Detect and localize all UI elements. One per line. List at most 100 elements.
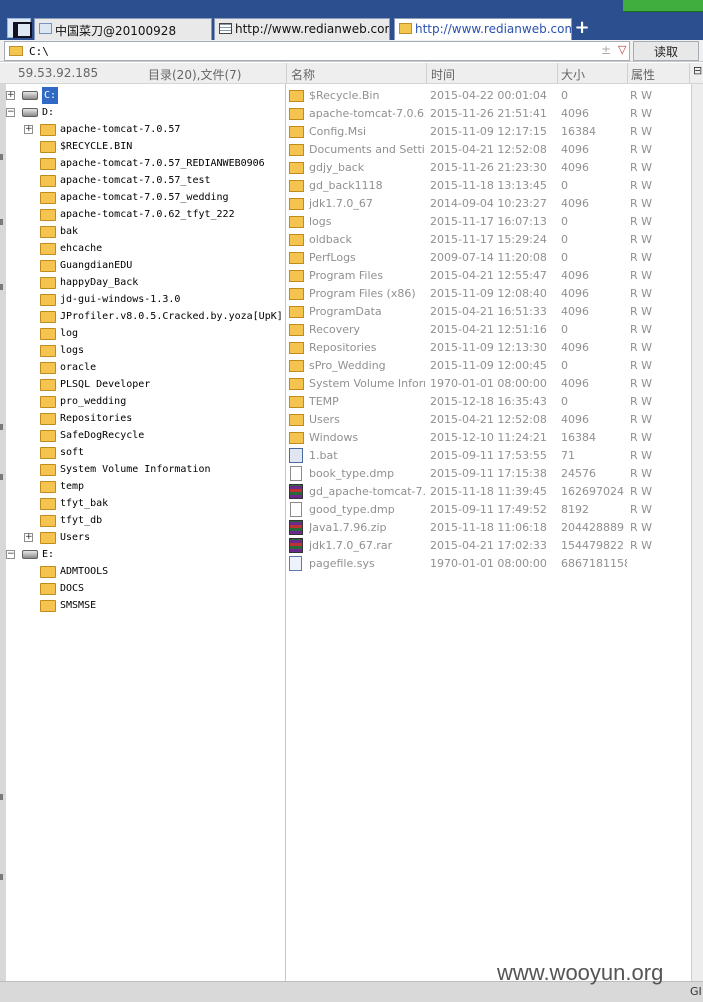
folder-icon	[289, 198, 304, 210]
tree-folder[interactable]: logs	[6, 342, 284, 359]
tab-file-manager[interactable]: http://www.redianweb.com/t...	[394, 18, 572, 41]
column-header-name[interactable]: 名称	[291, 66, 315, 83]
file-attr: R W	[630, 107, 653, 120]
column-header-attr[interactable]: 属性	[631, 66, 655, 83]
file-row[interactable]: apache-tomcat-7.0.62... 2015-11-26 21:51:…	[287, 105, 691, 123]
file-row[interactable]: jdk1.7.0_67.rar 2015-04-21 17:02:33 154479…	[287, 537, 691, 555]
tree-folder[interactable]: tfyt_db	[6, 512, 284, 529]
tree-folder[interactable]: ADMTOOLS	[6, 563, 284, 580]
folder-icon	[40, 498, 56, 510]
tree-folder[interactable]: happyDay_Back	[6, 274, 284, 291]
file-size: 0	[561, 215, 568, 228]
collapse-icon[interactable]: ⊟	[693, 64, 703, 82]
new-tab-button[interactable]: +	[574, 18, 590, 38]
tree-label: apache-tomcat-7.0.57_wedding	[60, 192, 229, 203]
tree-folder[interactable]: ehcache	[6, 240, 284, 257]
file-row[interactable]: TEMP 2015-12-18 16:35:43 0 R W	[287, 393, 691, 411]
tree-folder[interactable]: apache-tomcat-7.0.57_REDIANWEB0906	[6, 155, 284, 172]
file-time: 2015-12-18 16:35:43	[430, 395, 547, 408]
file-row[interactable]: book_type.dmp 2015-09-11 17:15:38 24576 R W	[287, 465, 691, 483]
file-row[interactable]: sPro_Wedding 2015-11-09 12:00:45 0 R W	[287, 357, 691, 375]
tree-folder[interactable]: + apache-tomcat-7.0.57	[6, 121, 284, 138]
vertical-scrollbar[interactable]	[691, 84, 703, 981]
file-row[interactable]: Repositories 2015-11-09 12:13:30 4096 R W	[287, 339, 691, 357]
file-row[interactable]: pagefile.sys 1970-01-01 08:00:00 686718115…	[287, 555, 691, 573]
tree-folder[interactable]: jd-gui-windows-1.3.0	[6, 291, 284, 308]
tree-folder[interactable]: oracle	[6, 359, 284, 376]
column-divider	[689, 63, 690, 84]
file-row[interactable]: Program Files (x86) 2015-11-09 12:08:40 40…	[287, 285, 691, 303]
tree-folder[interactable]: + Users	[6, 529, 284, 546]
tree-folder[interactable]: DOCS	[6, 580, 284, 597]
file-row[interactable]: good_type.dmp 2015-09-11 17:49:52 8192 R W	[287, 501, 691, 519]
tree-folder[interactable]: Repositories	[6, 410, 284, 427]
tree-folder[interactable]: System Volume Information	[6, 461, 284, 478]
window-menu-icon[interactable]	[7, 18, 32, 38]
collapse-icon[interactable]: −	[6, 108, 15, 117]
address-field[interactable]: ± ▽	[4, 41, 630, 61]
expand-icon[interactable]: +	[6, 91, 15, 100]
tree-folder[interactable]: apache-tomcat-7.0.57_wedding	[6, 189, 284, 206]
file-name: gd_apache-tomcat-7.0...	[309, 485, 425, 498]
tree-folder[interactable]: $RECYCLE.BIN	[6, 138, 284, 155]
tree-folder[interactable]: GuangdianEDU	[6, 257, 284, 274]
folder-icon	[40, 209, 56, 221]
collapse-icon[interactable]: −	[6, 550, 15, 559]
file-name: Program Files (x86)	[309, 287, 416, 300]
tab-chopper[interactable]: 中国菜刀@20100928	[34, 18, 212, 40]
folder-icon	[289, 162, 304, 174]
folder-icon	[40, 345, 56, 357]
file-row[interactable]: Java1.7.96.zip 2015-11-18 11:06:18 2044288…	[287, 519, 691, 537]
tree-folder[interactable]: PLSQL Developer	[6, 376, 284, 393]
folder-icon	[40, 311, 56, 323]
file-row[interactable]: oldback 2015-11-17 15:29:24 0 R W	[287, 231, 691, 249]
expand-icon[interactable]: +	[24, 533, 33, 542]
tree-folder[interactable]: temp	[6, 478, 284, 495]
tree-folder[interactable]: apache-tomcat-7.0.57_test	[6, 172, 284, 189]
file-row[interactable]: 1.bat 2015-09-11 17:53:55 71 R W	[287, 447, 691, 465]
file-row[interactable]: Recovery 2015-04-21 12:51:16 0 R W	[287, 321, 691, 339]
tree-folder[interactable]: soft	[6, 444, 284, 461]
file-row[interactable]: Program Files 2015-04-21 12:55:47 4096 R W	[287, 267, 691, 285]
file-row[interactable]: gdjy_back 2015-11-26 21:23:30 4096 R W	[287, 159, 691, 177]
file-name: Program Files	[309, 269, 384, 282]
column-header-time[interactable]: 时间	[431, 66, 455, 83]
tree-drive[interactable]: − E:	[6, 546, 284, 563]
tree-folder[interactable]: tfyt_bak	[6, 495, 284, 512]
file-row[interactable]: ProgramData 2015-04-21 16:51:33 4096 R W	[287, 303, 691, 321]
tree-folder[interactable]: bak	[6, 223, 284, 240]
file-row[interactable]: gd_apache-tomcat-7.0... 2015-11-18 11:39:…	[287, 483, 691, 501]
column-header-size[interactable]: 大小	[561, 66, 585, 83]
read-button[interactable]: 读取	[633, 41, 699, 61]
expand-icon[interactable]: +	[24, 125, 33, 134]
tree-folder[interactable]: SafeDogRecycle	[6, 427, 284, 444]
tree-drive[interactable]: − D:	[6, 104, 284, 121]
margin-mark	[0, 154, 3, 160]
path-input[interactable]	[29, 43, 589, 59]
file-row[interactable]: PerfLogs 2009-07-14 11:20:08 0 R W	[287, 249, 691, 267]
tab-shell-page[interactable]: http://www.redianweb.com/t...	[214, 18, 390, 40]
file-row[interactable]: Windows 2015-12-10 11:24:21 16384 R W	[287, 429, 691, 447]
directory-tree[interactable]: + C: − D: + apache-tomcat-7.0.57 $RECYCLE.BIN a…	[6, 84, 286, 981]
file-row[interactable]: logs 2015-11-17 16:07:13 0 R W	[287, 213, 691, 231]
drive-icon	[22, 108, 38, 117]
file-list[interactable]: $Recycle.Bin 2015-04-22 00:01:04 0 R Wapach…	[287, 84, 691, 981]
tree-folder[interactable]: JProfiler.v8.0.5.Cracked.by.yoza[UpK]	[6, 308, 284, 325]
file-row[interactable]: Documents and Settings 2015-04-21 12:52:0…	[287, 141, 691, 159]
tree-folder[interactable]: log	[6, 325, 284, 342]
tree-folder[interactable]: apache-tomcat-7.0.62_tfyt_222	[6, 206, 284, 223]
tree-folder[interactable]: pro_wedding	[6, 393, 284, 410]
file-size: 24576	[561, 467, 596, 480]
file-row[interactable]: Users 2015-04-21 12:52:08 4096 R W	[287, 411, 691, 429]
file-row[interactable]: $Recycle.Bin 2015-04-22 00:01:04 0 R W	[287, 87, 691, 105]
file-row[interactable]: gd_back1118 2015-11-18 13:13:45 0 R W	[287, 177, 691, 195]
tree-drive[interactable]: + C:	[6, 87, 284, 104]
file-name: apache-tomcat-7.0.62...	[309, 107, 425, 120]
plus-minus-icon[interactable]: ±	[601, 43, 611, 57]
file-row[interactable]: System Volume Inform... 1970-01-01 08:00:…	[287, 375, 691, 393]
chevron-down-icon[interactable]: ▽	[618, 43, 626, 56]
tree-folder[interactable]: SMSMSE	[6, 597, 284, 614]
file-row[interactable]: Config.Msi 2015-11-09 12:17:15 16384 R W	[287, 123, 691, 141]
file-size: 0	[561, 233, 568, 246]
file-row[interactable]: jdk1.7.0_67 2014-09-04 10:23:27 4096 R W	[287, 195, 691, 213]
